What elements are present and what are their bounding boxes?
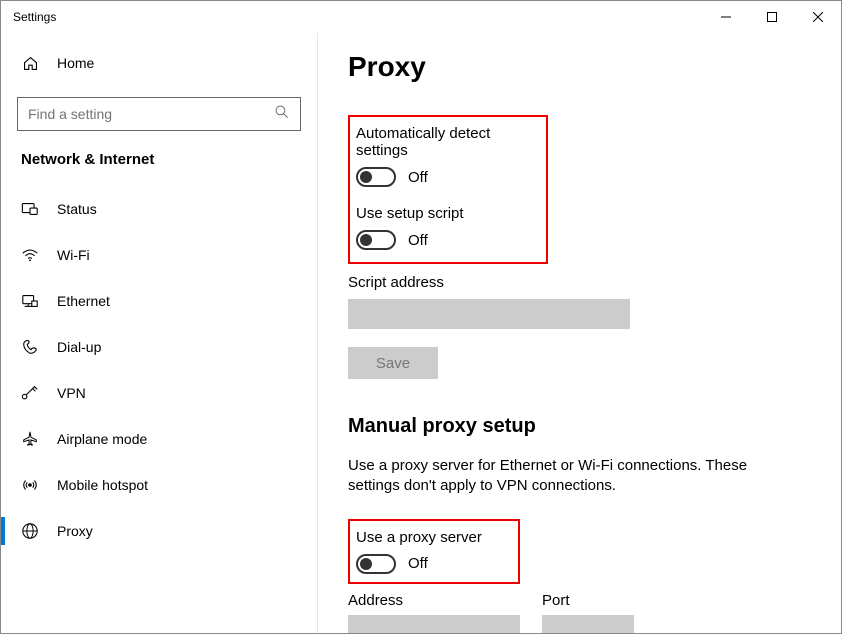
manual-heading: Manual proxy setup bbox=[348, 415, 811, 438]
sidebar: Home Network & Internet Status Wi-Fi bbox=[1, 33, 317, 633]
window-title: Settings bbox=[13, 10, 56, 24]
sidebar-item-label: VPN bbox=[57, 385, 86, 401]
sidebar-item-airplane[interactable]: Airplane mode bbox=[1, 416, 317, 462]
search-icon bbox=[274, 104, 290, 125]
script-address-input[interactable] bbox=[348, 299, 630, 329]
sidebar-item-status[interactable]: Status bbox=[1, 186, 317, 232]
wifi-icon bbox=[21, 246, 39, 264]
status-icon bbox=[21, 200, 39, 218]
sidebar-item-label: Proxy bbox=[57, 523, 93, 539]
sidebar-item-proxy[interactable]: Proxy bbox=[1, 508, 317, 554]
close-button[interactable] bbox=[795, 1, 841, 33]
sidebar-item-label: Dial-up bbox=[57, 339, 101, 355]
sidebar-item-dialup[interactable]: Dial-up bbox=[1, 324, 317, 370]
manual-description: Use a proxy server for Ethernet or Wi-Fi… bbox=[348, 456, 788, 497]
highlight-box-proxy: Use a proxy server Off bbox=[348, 519, 520, 584]
use-proxy-label: Use a proxy server bbox=[356, 529, 508, 546]
save-button[interactable]: Save bbox=[348, 347, 438, 379]
dialup-icon bbox=[21, 338, 39, 356]
sidebar-item-hotspot[interactable]: Mobile hotspot bbox=[1, 462, 317, 508]
page-title: Proxy bbox=[348, 51, 811, 83]
hotspot-icon bbox=[21, 476, 39, 494]
auto-detect-toggle[interactable] bbox=[356, 167, 396, 187]
script-address-label: Script address bbox=[348, 274, 811, 291]
sidebar-item-ethernet[interactable]: Ethernet bbox=[1, 278, 317, 324]
sidebar-item-label: Ethernet bbox=[57, 293, 110, 309]
use-script-state: Off bbox=[408, 232, 428, 249]
minimize-button[interactable] bbox=[703, 1, 749, 33]
airplane-icon bbox=[21, 430, 39, 448]
sidebar-item-label: Mobile hotspot bbox=[57, 477, 148, 493]
sidebar-item-label: Wi-Fi bbox=[57, 247, 90, 263]
search-field[interactable] bbox=[28, 106, 274, 122]
sidebar-item-vpn[interactable]: VPN bbox=[1, 370, 317, 416]
auto-detect-state: Off bbox=[408, 169, 428, 186]
sidebar-item-wifi[interactable]: Wi-Fi bbox=[1, 232, 317, 278]
titlebar: Settings bbox=[1, 1, 841, 33]
search-input[interactable] bbox=[17, 97, 301, 131]
use-script-toggle[interactable] bbox=[356, 230, 396, 250]
home-link[interactable]: Home bbox=[1, 43, 317, 83]
vpn-icon bbox=[21, 384, 39, 402]
section-title: Network & Internet bbox=[1, 151, 317, 168]
port-label: Port bbox=[542, 592, 634, 609]
use-proxy-state: Off bbox=[408, 555, 428, 572]
use-proxy-toggle[interactable] bbox=[356, 554, 396, 574]
use-script-label: Use setup script bbox=[356, 205, 536, 222]
home-label: Home bbox=[57, 55, 94, 71]
main-content: Proxy Automatically detect settings Off … bbox=[317, 33, 841, 633]
address-input[interactable] bbox=[348, 615, 520, 634]
auto-detect-label: Automatically detect settings bbox=[356, 125, 536, 159]
proxy-icon bbox=[21, 522, 39, 540]
port-input[interactable] bbox=[542, 615, 634, 634]
sidebar-item-label: Status bbox=[57, 201, 97, 217]
address-label: Address bbox=[348, 592, 520, 609]
sidebar-item-label: Airplane mode bbox=[57, 431, 147, 447]
ethernet-icon bbox=[21, 292, 39, 310]
maximize-button[interactable] bbox=[749, 1, 795, 33]
highlight-box-auto: Automatically detect settings Off Use se… bbox=[348, 115, 548, 264]
home-icon bbox=[21, 55, 39, 72]
